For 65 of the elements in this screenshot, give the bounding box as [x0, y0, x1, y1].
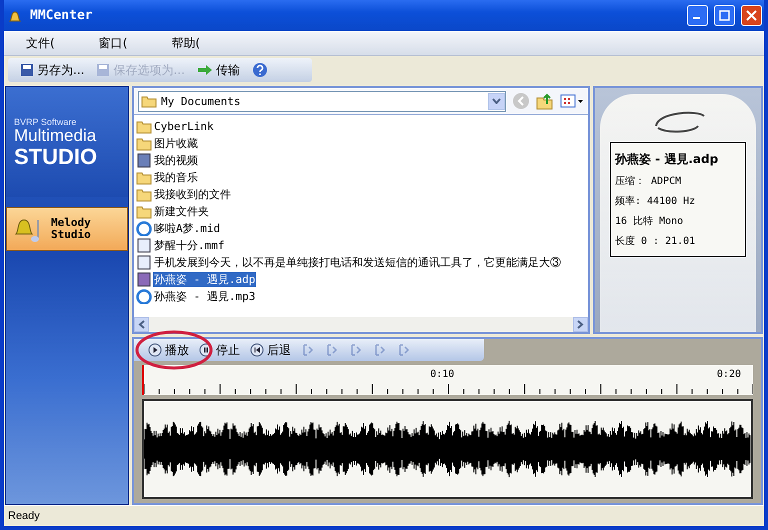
track-info-text: 16 比特 Mono — [615, 214, 684, 228]
sidebar-item[interactable]: Melody Studio — [6, 207, 128, 251]
help-icon — [252, 62, 268, 78]
file-icon — [136, 136, 152, 151]
close-button[interactable] — [741, 5, 762, 26]
bracket-icon — [325, 343, 339, 357]
file-item[interactable]: 新建文件夹 — [153, 204, 210, 219]
folder-icon — [136, 119, 152, 134]
bracket-icon — [397, 343, 411, 357]
file-item[interactable]: 我的视频 — [153, 153, 199, 168]
file-icon — [136, 255, 152, 270]
bracket-icon — [301, 343, 315, 357]
menu-item[interactable]: 帮助( — [157, 32, 208, 54]
scroll-left-button[interactable] — [134, 317, 149, 332]
status-text: Ready — [8, 510, 40, 522]
folder-icon — [136, 187, 152, 202]
file-item[interactable]: 梦醒十分.mmf — [153, 238, 226, 253]
toolbar-button[interactable]: 另存为... — [16, 62, 88, 78]
time-label: 0:20 — [716, 369, 741, 382]
chevron-right-icon — [577, 320, 584, 329]
bracket-icon — [349, 343, 363, 357]
file-item[interactable]: 哆啦A梦.mid — [153, 221, 222, 236]
file-item[interactable]: 图片收藏 — [153, 136, 199, 151]
file-item[interactable]: 孙燕姿 - 遇見.adp — [153, 272, 256, 287]
file-item[interactable]: 我接收到的文件 — [153, 187, 232, 202]
scroll-right-button[interactable] — [573, 317, 588, 332]
brand-text: BVRP Software — [14, 117, 78, 127]
product-line-text: Multimedia — [14, 127, 98, 145]
file-item[interactable]: 孙燕姿 - 遇見.mp3 — [153, 289, 256, 304]
minimize-button[interactable] — [687, 5, 708, 26]
arrow-icon — [196, 64, 213, 76]
bracket-icon — [373, 343, 387, 357]
chevron-left-icon — [138, 320, 145, 329]
file-item[interactable]: CyberLink — [153, 120, 215, 133]
window-title: MMCenter — [30, 8, 94, 23]
dropdown-button[interactable] — [488, 92, 505, 110]
product-title: STUDIO — [14, 145, 98, 169]
menu-item[interactable]: 文件( — [12, 32, 63, 54]
file-icon — [136, 238, 152, 253]
folder-icon — [136, 204, 152, 219]
file-icon — [136, 272, 152, 287]
track-info-text: 压缩： ADPCM — [615, 174, 682, 188]
folder-icon — [141, 94, 157, 108]
toolbar-button[interactable]: 传输 — [192, 62, 244, 78]
playback-button[interactable]: 后退 — [246, 342, 295, 358]
maximize-button[interactable] — [714, 5, 735, 26]
file-icon — [136, 153, 152, 168]
close-icon — [746, 10, 757, 21]
view-menu-icon[interactable] — [560, 93, 584, 109]
track-title: 孙燕姿 - 遇見.adp — [615, 151, 720, 168]
maximize-icon — [719, 10, 730, 21]
file-item[interactable]: 手机发展到今天，以不再是单纯接打电话和发送短信的通讯工具了，它更能满足大③ — [153, 255, 562, 270]
playback-button[interactable]: 停止 — [195, 342, 244, 358]
play-icon — [148, 343, 162, 357]
folder-up-icon[interactable] — [536, 92, 554, 110]
time-label: 0:10 — [430, 369, 454, 382]
file-item[interactable]: 我的音乐 — [153, 170, 199, 185]
file-icon — [136, 170, 152, 185]
track-info-text: 频率: 44100 Hz — [615, 194, 696, 208]
track-info-text: 长度 0 : 21.01 — [615, 234, 696, 248]
rewind-icon — [250, 343, 264, 357]
chevron-down-icon — [492, 98, 501, 104]
menu-item[interactable]: 窗口( — [84, 32, 136, 54]
horizontal-scrollbar[interactable] — [134, 317, 588, 332]
location-dropdown[interactable]: My Documents — [138, 90, 506, 112]
